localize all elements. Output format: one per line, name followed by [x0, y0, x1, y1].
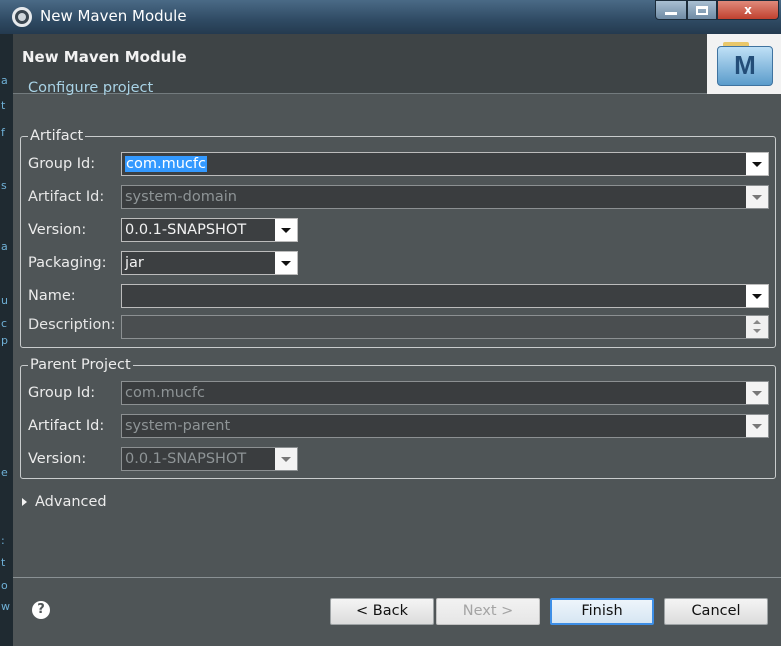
packaging-combo[interactable]: jar — [121, 251, 298, 275]
artifact-id-dropdown-button[interactable] — [746, 186, 768, 208]
description-label: Description: — [28, 317, 116, 333]
packaging-dropdown-button[interactable] — [275, 252, 297, 274]
name-label: Name: — [28, 288, 76, 304]
editor-fragment: t — [1, 556, 6, 569]
artifact-id-combo[interactable]: system-domain — [121, 185, 769, 209]
scroll-up-icon — [753, 320, 761, 324]
parent-artifact-id-combo[interactable]: system-parent — [121, 414, 769, 438]
finish-button[interactable]: Finish — [550, 598, 654, 625]
parent-version-combo[interactable]: 0.0.1-SNAPSHOT — [121, 447, 298, 471]
eclipse-app-icon — [12, 7, 32, 27]
chevron-down-icon — [281, 260, 291, 266]
cancel-button[interactable]: Cancel — [664, 598, 768, 625]
window-title: New Maven Module — [40, 7, 187, 25]
editor-fragment: e — [1, 466, 8, 479]
scroll-down-icon — [753, 329, 761, 333]
editor-fragment: u — [1, 294, 8, 307]
parent-group-id-combo[interactable]: com.mucfc — [121, 381, 769, 405]
parent-project-group-title: Parent Project — [28, 357, 133, 373]
artifact-id-value: system-domain — [125, 189, 237, 205]
editor-fragment: : — [1, 534, 5, 547]
group-id-value: com.mucfc — [125, 156, 207, 172]
version-dropdown-button[interactable] — [275, 219, 297, 241]
chevron-down-icon — [752, 423, 762, 429]
group-id-combo[interactable]: com.mucfc — [121, 152, 769, 176]
advanced-label: Advanced — [35, 494, 107, 510]
footer-separator — [13, 577, 781, 578]
chevron-down-icon — [752, 194, 762, 200]
maven-folder-icon: M — [717, 46, 773, 86]
editor-fragment: s — [1, 179, 7, 192]
minimize-button[interactable] — [655, 0, 687, 20]
chevron-down-icon — [281, 227, 291, 233]
editor-fragment: w — [1, 600, 10, 613]
maven-logo: M — [707, 34, 781, 94]
parent-group-id-value: com.mucfc — [125, 385, 205, 401]
description-scrollbar[interactable] — [746, 316, 768, 338]
parent-version-value: 0.0.1-SNAPSHOT — [125, 451, 247, 467]
artifact-group-title: Artifact — [28, 128, 86, 144]
artifact-id-label: Artifact Id: — [28, 189, 105, 205]
window-title-bar[interactable]: New Maven Module x — [0, 0, 781, 34]
editor-fragment: o — [1, 579, 8, 592]
version-value: 0.0.1-SNAPSHOT — [125, 222, 247, 238]
chevron-right-icon — [22, 498, 27, 506]
wizard-title: New Maven Module — [22, 48, 187, 66]
background-editor-strip: a t f s a u c p e : t o w — [0, 34, 13, 646]
name-dropdown-button[interactable] — [746, 285, 768, 307]
parent-group-id-label: Group Id: — [28, 385, 96, 401]
maximize-icon — [696, 5, 708, 15]
maximize-button[interactable] — [687, 0, 717, 20]
artifact-group: Artifact Group Id: com.mucfc Artifact Id… — [20, 128, 776, 348]
group-id-dropdown-button[interactable] — [746, 153, 768, 175]
minimize-icon — [665, 11, 677, 15]
group-id-label: Group Id: — [28, 156, 96, 172]
chevron-down-icon — [752, 161, 762, 167]
back-button[interactable]: < Back — [330, 598, 434, 625]
editor-fragment: f — [1, 126, 5, 139]
chevron-down-icon — [281, 456, 291, 462]
wizard-subtitle: Configure project — [28, 80, 154, 96]
new-maven-module-dialog: New Maven Module Configure project M Art… — [13, 34, 781, 646]
editor-fragment: a — [1, 74, 8, 87]
parent-artifact-id-label: Artifact Id: — [28, 418, 105, 434]
packaging-label: Packaging: — [28, 255, 107, 271]
parent-artifact-id-dropdown-button[interactable] — [746, 415, 768, 437]
version-combo[interactable]: 0.0.1-SNAPSHOT — [121, 218, 298, 242]
maven-m-letter: M — [734, 50, 756, 80]
parent-artifact-id-value: system-parent — [125, 418, 231, 434]
editor-fragment: a — [1, 240, 8, 253]
version-label: Version: — [28, 222, 87, 238]
editor-fragment: p — [1, 334, 8, 347]
parent-version-label: Version: — [28, 451, 87, 467]
chevron-down-icon — [752, 390, 762, 396]
editor-fragment: t — [1, 99, 6, 112]
help-icon[interactable]: ? — [32, 601, 50, 619]
chevron-down-icon — [752, 293, 762, 299]
description-textarea[interactable] — [121, 315, 769, 339]
parent-version-dropdown-button[interactable] — [275, 448, 297, 470]
parent-group-id-dropdown-button[interactable] — [746, 382, 768, 404]
wizard-banner: New Maven Module Configure project M — [13, 34, 781, 96]
window-controls: x — [655, 0, 779, 20]
close-icon: x — [744, 3, 752, 17]
close-button[interactable]: x — [717, 0, 779, 20]
parent-project-group: Parent Project Group Id: com.mucfc Artif… — [20, 357, 776, 479]
editor-fragment: c — [1, 317, 8, 330]
packaging-value: jar — [125, 255, 144, 271]
next-button[interactable]: Next > — [436, 598, 540, 625]
name-combo[interactable] — [121, 284, 769, 308]
advanced-expander[interactable]: Advanced — [22, 494, 107, 510]
